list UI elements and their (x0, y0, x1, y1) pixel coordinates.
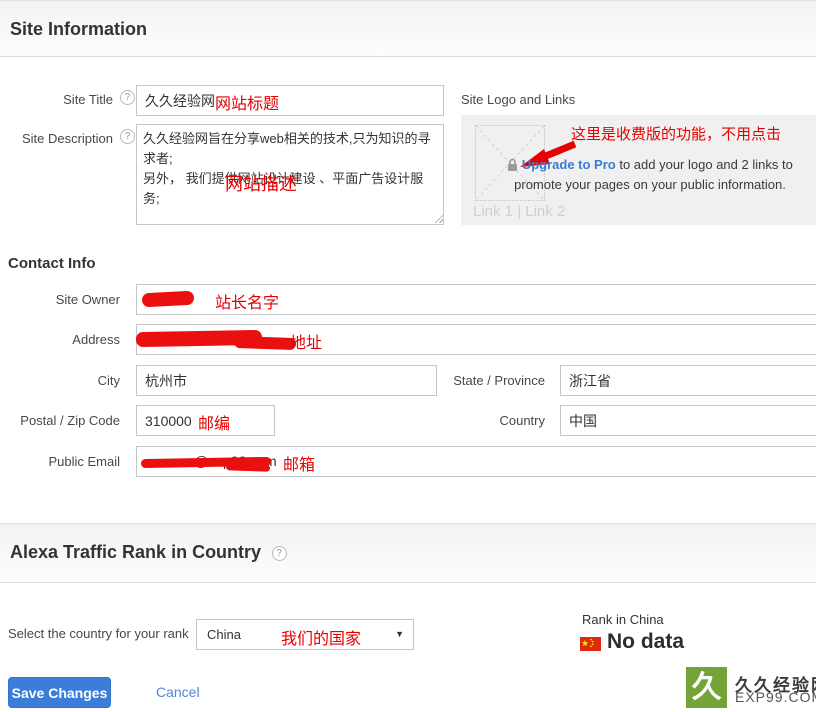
email-visible-fragment: @exp99.com (194, 453, 277, 469)
country-select[interactable]: China 我们的国家 ▼ (196, 619, 414, 650)
public-email-label: Public Email (0, 454, 120, 469)
site-title-label: Site Title (0, 92, 113, 107)
site-owner-input[interactable] (136, 284, 816, 315)
help-icon[interactable]: ? (120, 90, 135, 105)
logo-links-panel: 这里是收费版的功能，不用点击 Upgrade to Pro to add you… (461, 115, 816, 225)
contact-info-header: Contact Info (8, 255, 96, 272)
country-input[interactable] (560, 405, 816, 436)
site-title-field-wrap: 网站标题 (136, 85, 444, 116)
country-field-wrap (560, 405, 816, 436)
address-field-wrap: 地址 (136, 324, 816, 355)
select-country-label: Select the country for your rank (8, 626, 189, 641)
save-changes-button[interactable]: Save Changes (8, 677, 111, 708)
state-field-wrap (560, 365, 816, 396)
site-owner-label: Site Owner (0, 292, 120, 307)
upgrade-annotation: 这里是收费版的功能，不用点击 (571, 123, 781, 144)
address-input[interactable] (136, 324, 816, 355)
alexa-section-title: Alexa Traffic Rank in Country (0, 524, 261, 563)
state-label: State / Province (425, 373, 545, 388)
chevron-down-icon: ▼ (395, 629, 404, 639)
exp99-logo-domain: EXP99.COM (735, 689, 816, 705)
country-select-value: China (207, 627, 241, 642)
country-label: Country (425, 413, 545, 428)
help-icon[interactable]: ? (120, 129, 135, 144)
site-description-textarea[interactable]: 久久经验网旨在分享web相关的技术,只为知识的寻求者; 另外， 我们提供网站设计… (136, 124, 444, 225)
cancel-link[interactable]: Cancel (156, 684, 200, 700)
upgrade-text: Upgrade to Pro to add your logo and 2 li… (487, 155, 813, 194)
page-header: Site Information (0, 0, 816, 57)
city-field-wrap (136, 365, 437, 396)
country-select-annotation: 我们的国家 (281, 625, 361, 649)
public-email-field-wrap: @exp99.com 邮箱 (136, 446, 816, 477)
upgrade-to-pro-link[interactable]: Upgrade to Pro (522, 157, 616, 172)
help-icon[interactable]: ? (272, 546, 287, 561)
site-owner-field-wrap: 站长名字 (136, 284, 816, 315)
site-logo-links-label: Site Logo and Links (461, 92, 575, 107)
site-title-input[interactable] (136, 85, 444, 116)
city-input[interactable] (136, 365, 437, 396)
exp99-logo-icon: 久 (686, 667, 727, 708)
rank-value: No data (607, 630, 684, 654)
china-flag-icon (580, 637, 601, 651)
address-label: Address (0, 332, 120, 347)
lock-icon (507, 158, 518, 171)
page-title: Site Information (0, 1, 147, 40)
link-placeholders: Link 1 | Link 2 (473, 203, 565, 220)
site-description-label: Site Description (0, 131, 113, 146)
state-input[interactable] (560, 365, 816, 396)
city-label: City (0, 373, 120, 388)
postal-input[interactable] (136, 405, 275, 436)
rank-in-country-label: Rank in China (582, 612, 664, 627)
postal-field-wrap: 邮编 (136, 405, 275, 436)
site-settings-page: Site Information Site Title ? 网站标题 Site … (0, 0, 816, 712)
postal-label: Postal / Zip Code (0, 413, 120, 428)
alexa-section-header: Alexa Traffic Rank in Country ? (0, 523, 816, 583)
